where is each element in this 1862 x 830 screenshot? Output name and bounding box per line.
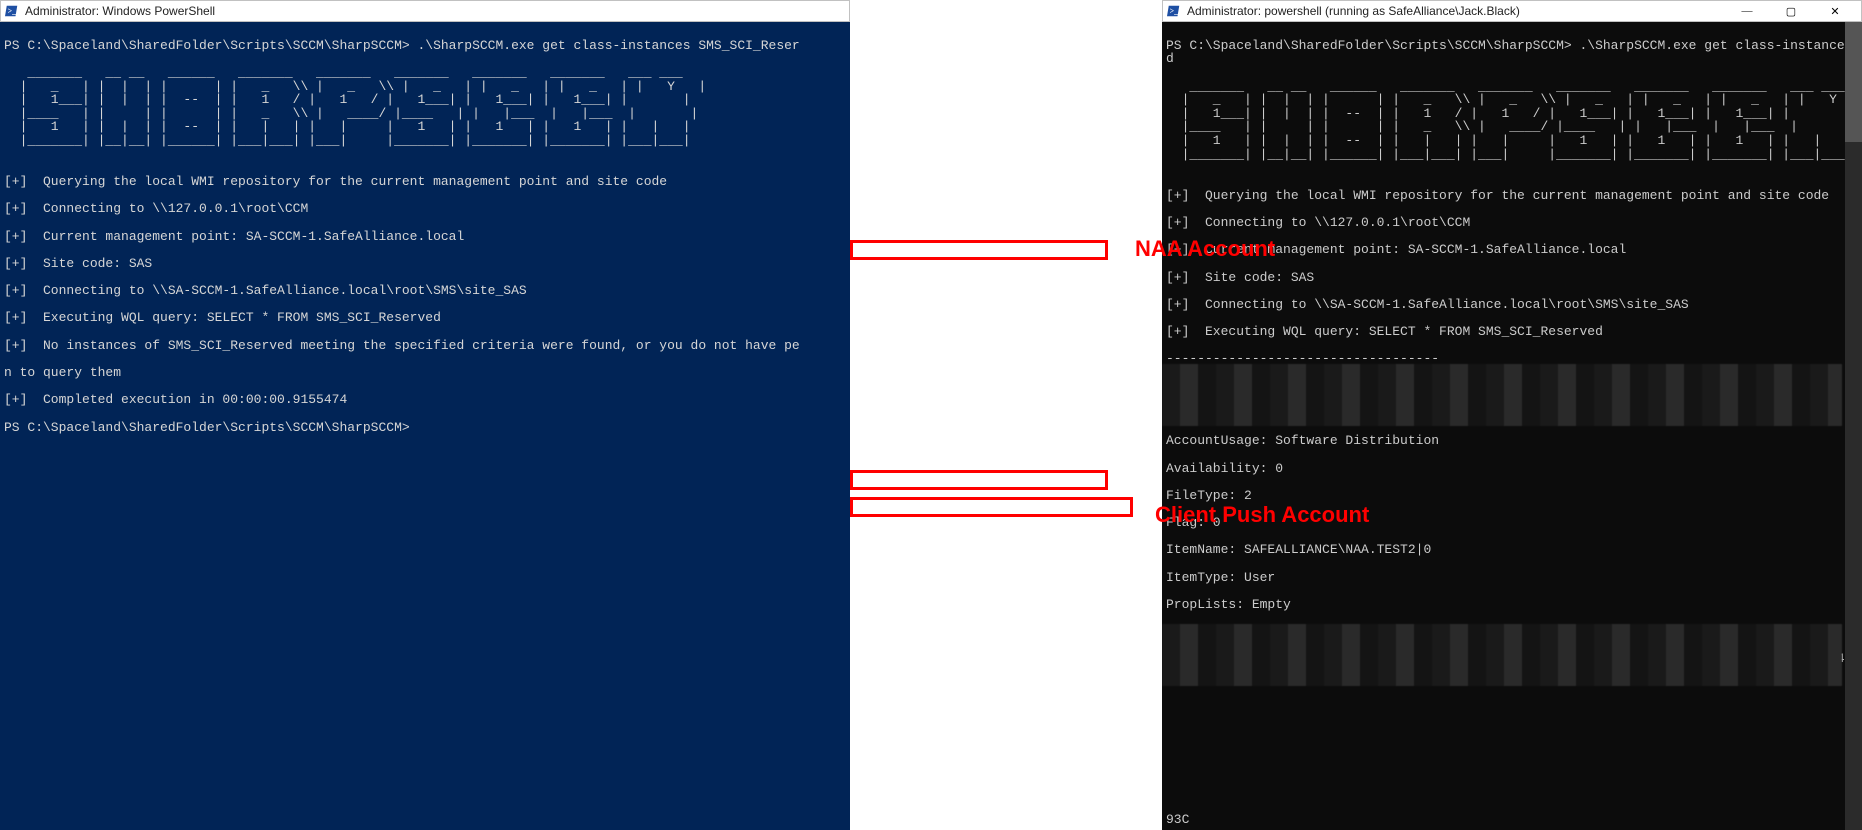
- redacted-block-2: [1162, 624, 1842, 686]
- left-powershell-window: >_ Administrator: Windows PowerShell PS …: [0, 0, 850, 830]
- term-line: [+] Connecting to \\SA-SCCM-1.SafeAllian…: [1166, 297, 1689, 312]
- left-line: [+] Connecting to \\127.0.0.1\root\CCM: [4, 201, 308, 216]
- right-titlebar[interactable]: >_ Administrator: powershell (running as…: [1162, 0, 1862, 22]
- minimize-button[interactable]: —: [1725, 1, 1769, 21]
- right-cmd: PS C:\Spaceland\SharedFolder\Scripts\SCC…: [1166, 38, 1862, 67]
- powershell-icon: >_: [1167, 4, 1181, 18]
- left-line: [+] No instances of SMS_SCI_Reserved mee…: [4, 338, 800, 353]
- scrollbar-thumb[interactable]: [1845, 22, 1862, 142]
- left-line: [+] Current management point: SA-SCCM-1.…: [4, 229, 464, 244]
- term-line: FileType: 2: [1166, 488, 1252, 503]
- svg-text:>_: >_: [8, 7, 16, 16]
- left-line: [+] Querying the local WMI repository fo…: [4, 174, 667, 189]
- left-ascii-logo: _______ __ __ ______ _______ _______ ___…: [4, 65, 706, 148]
- left-prompt[interactable]: PS C:\Spaceland\SharedFolder\Scripts\SCC…: [4, 420, 410, 435]
- left-line: n to query them: [4, 365, 121, 380]
- close-button[interactable]: ✕: [1813, 1, 1857, 21]
- left-window-title: Administrator: Windows PowerShell: [25, 4, 845, 18]
- redacted-block-1: [1162, 364, 1842, 426]
- left-line: [+] Site code: SAS: [4, 256, 152, 271]
- maximize-button[interactable]: ▢: [1769, 1, 1813, 21]
- right-terminal[interactable]: PS C:\Spaceland\SharedFolder\Scripts\SCC…: [1162, 22, 1862, 830]
- left-titlebar[interactable]: >_ Administrator: Windows PowerShell: [0, 0, 850, 22]
- left-cmd: PS C:\Spaceland\SharedFolder\Scripts\SCC…: [4, 38, 800, 53]
- term-line: PropLists: Empty: [1166, 597, 1291, 612]
- right-powershell-window: >_ Administrator: powershell (running as…: [1162, 0, 1862, 830]
- highlight-naa-accountusage: [850, 240, 1108, 260]
- highlight-push-accountusage: [850, 497, 1133, 517]
- term-line: Availability: 0: [1166, 461, 1283, 476]
- right-scrollbar[interactable]: [1845, 22, 1862, 830]
- right-ascii-logo: _______ __ __ ______ _______ _______ ___…: [1166, 79, 1862, 162]
- term-line: [+] Executing WQL query: SELECT * FROM S…: [1166, 324, 1603, 339]
- left-line: [+] Connecting to \\SA-SCCM-1.SafeAllian…: [4, 283, 527, 298]
- highlight-username: [850, 470, 1108, 490]
- left-line: [+] Executing WQL query: SELECT * FROM S…: [4, 310, 441, 325]
- powershell-icon: >_: [5, 4, 19, 18]
- annotation-naa: NAA Account: [1135, 236, 1275, 262]
- term-line: [+] Connecting to \\127.0.0.1\root\CCM: [1166, 215, 1470, 230]
- term-line: [+] Querying the local WMI repository fo…: [1166, 188, 1829, 203]
- term-line: 93C: [1166, 812, 1189, 827]
- annotation-push: Client Push Account: [1155, 502, 1369, 528]
- term-line: ItemType: User: [1166, 570, 1275, 585]
- svg-text:>_: >_: [1170, 7, 1178, 16]
- left-terminal[interactable]: PS C:\Spaceland\SharedFolder\Scripts\SCC…: [0, 22, 850, 830]
- term-line: ItemName: SAFEALLIANCE\NAA.TEST2|0: [1166, 542, 1431, 557]
- left-line: [+] Completed execution in 00:00:00.9155…: [4, 392, 347, 407]
- account-usage-naa: AccountUsage: Software Distribution: [1166, 433, 1439, 448]
- term-line: [+] Site code: SAS: [1166, 270, 1314, 285]
- right-window-title: Administrator: powershell (running as Sa…: [1187, 4, 1725, 18]
